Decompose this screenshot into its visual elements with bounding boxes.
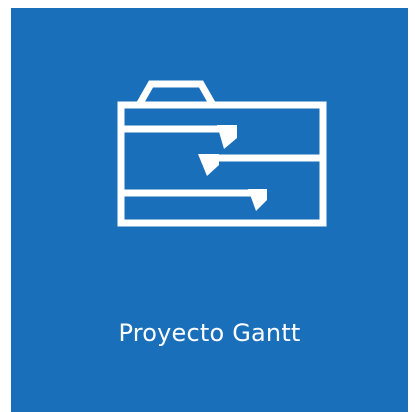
tile-label: Proyecto Gantt [118, 319, 301, 347]
proyecto-gantt-tile[interactable]: Proyecto Gantt [11, 8, 408, 412]
gantt-folder-icon [117, 80, 327, 227]
